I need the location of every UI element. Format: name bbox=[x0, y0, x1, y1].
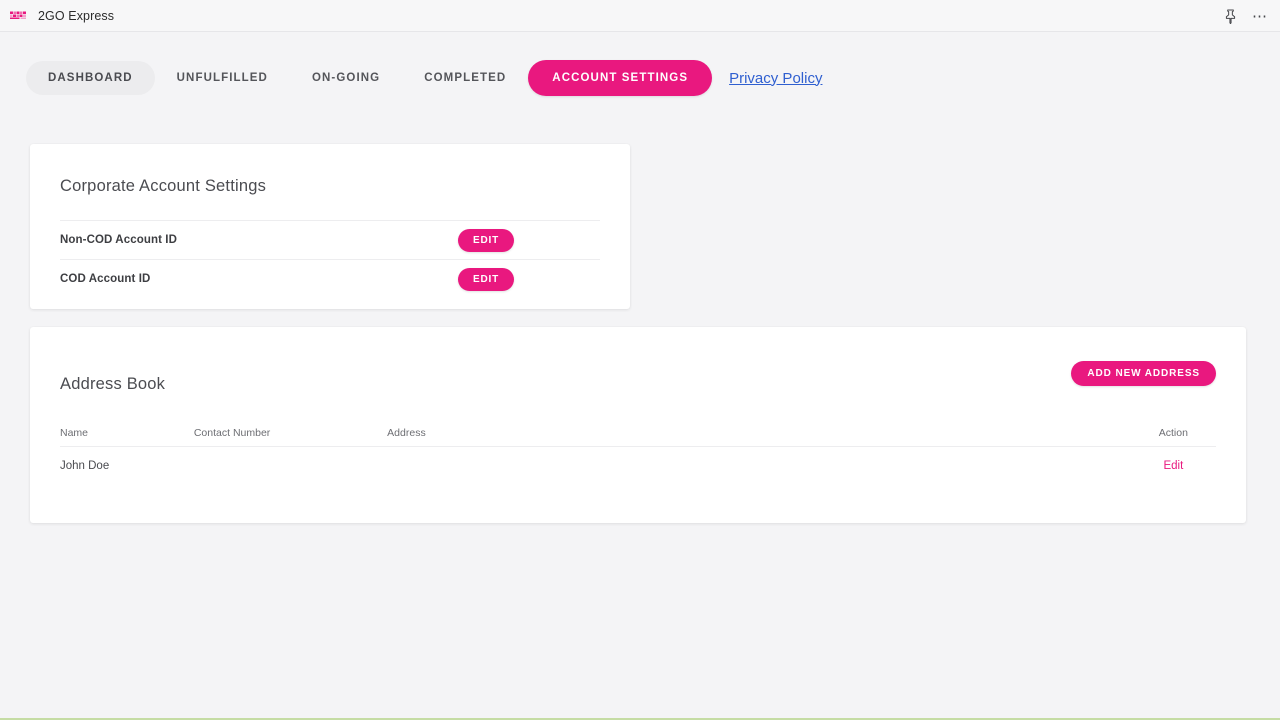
setting-label-cod: COD Account ID bbox=[60, 273, 151, 285]
address-book-title: Address Book bbox=[60, 375, 166, 393]
tab-on-going[interactable]: ON-GOING bbox=[290, 61, 402, 95]
pin-icon[interactable] bbox=[1220, 6, 1240, 26]
main-navigation: DASHBOARD UNFULFILLED ON-GOING COMPLETED… bbox=[0, 32, 1280, 96]
edit-cod-account-button[interactable]: EDIT bbox=[458, 267, 514, 291]
tab-completed[interactable]: COMPLETED bbox=[402, 61, 528, 95]
column-header-address: Address bbox=[387, 427, 426, 439]
privacy-policy-link[interactable]: Privacy Policy bbox=[729, 70, 822, 87]
cell-name: John Doe bbox=[60, 460, 110, 472]
setting-row-cod: COD Account ID EDIT bbox=[60, 259, 600, 298]
tab-account-settings[interactable]: ACCOUNT SETTINGS bbox=[528, 60, 713, 96]
edit-address-link[interactable]: Edit bbox=[1163, 460, 1183, 472]
more-options-icon[interactable]: ⋯ bbox=[1250, 6, 1270, 26]
app-title: 2GO Express bbox=[38, 8, 115, 23]
add-new-address-button[interactable]: ADD NEW ADDRESS bbox=[1071, 361, 1216, 386]
title-bar-left-group: 2GO Express bbox=[10, 9, 114, 23]
setting-row-non-cod: Non-COD Account ID EDIT bbox=[60, 220, 600, 259]
column-header-contact-number: Contact Number bbox=[193, 427, 271, 439]
address-book-table: Name Contact Number Address Action John … bbox=[60, 420, 1216, 485]
edit-non-cod-account-button[interactable]: EDIT bbox=[458, 228, 514, 252]
page-content: DASHBOARD UNFULFILLED ON-GOING COMPLETED… bbox=[0, 32, 1280, 720]
column-header-action: Action bbox=[1158, 427, 1188, 439]
column-header-name: Name bbox=[60, 427, 89, 439]
tab-unfulfilled[interactable]: UNFULFILLED bbox=[155, 61, 290, 95]
setting-label-non-cod: Non-COD Account ID bbox=[60, 234, 178, 246]
window-title-bar: 2GO Express ⋯ bbox=[0, 0, 1280, 32]
table-header-row: Name Contact Number Address Action bbox=[60, 420, 1216, 446]
tab-dashboard[interactable]: DASHBOARD bbox=[26, 61, 155, 95]
title-bar-right-group: ⋯ bbox=[1220, 0, 1270, 32]
table-row: John Doe Edit bbox=[60, 446, 1216, 485]
address-book-header: Address Book ADD NEW ADDRESS bbox=[60, 327, 1216, 394]
address-book-card: Address Book ADD NEW ADDRESS Name Contac… bbox=[30, 327, 1246, 523]
corporate-settings-title: Corporate Account Settings bbox=[60, 177, 267, 195]
2go-logo-icon bbox=[10, 10, 29, 21]
corporate-account-settings-card: Corporate Account Settings Non-COD Accou… bbox=[30, 144, 630, 309]
